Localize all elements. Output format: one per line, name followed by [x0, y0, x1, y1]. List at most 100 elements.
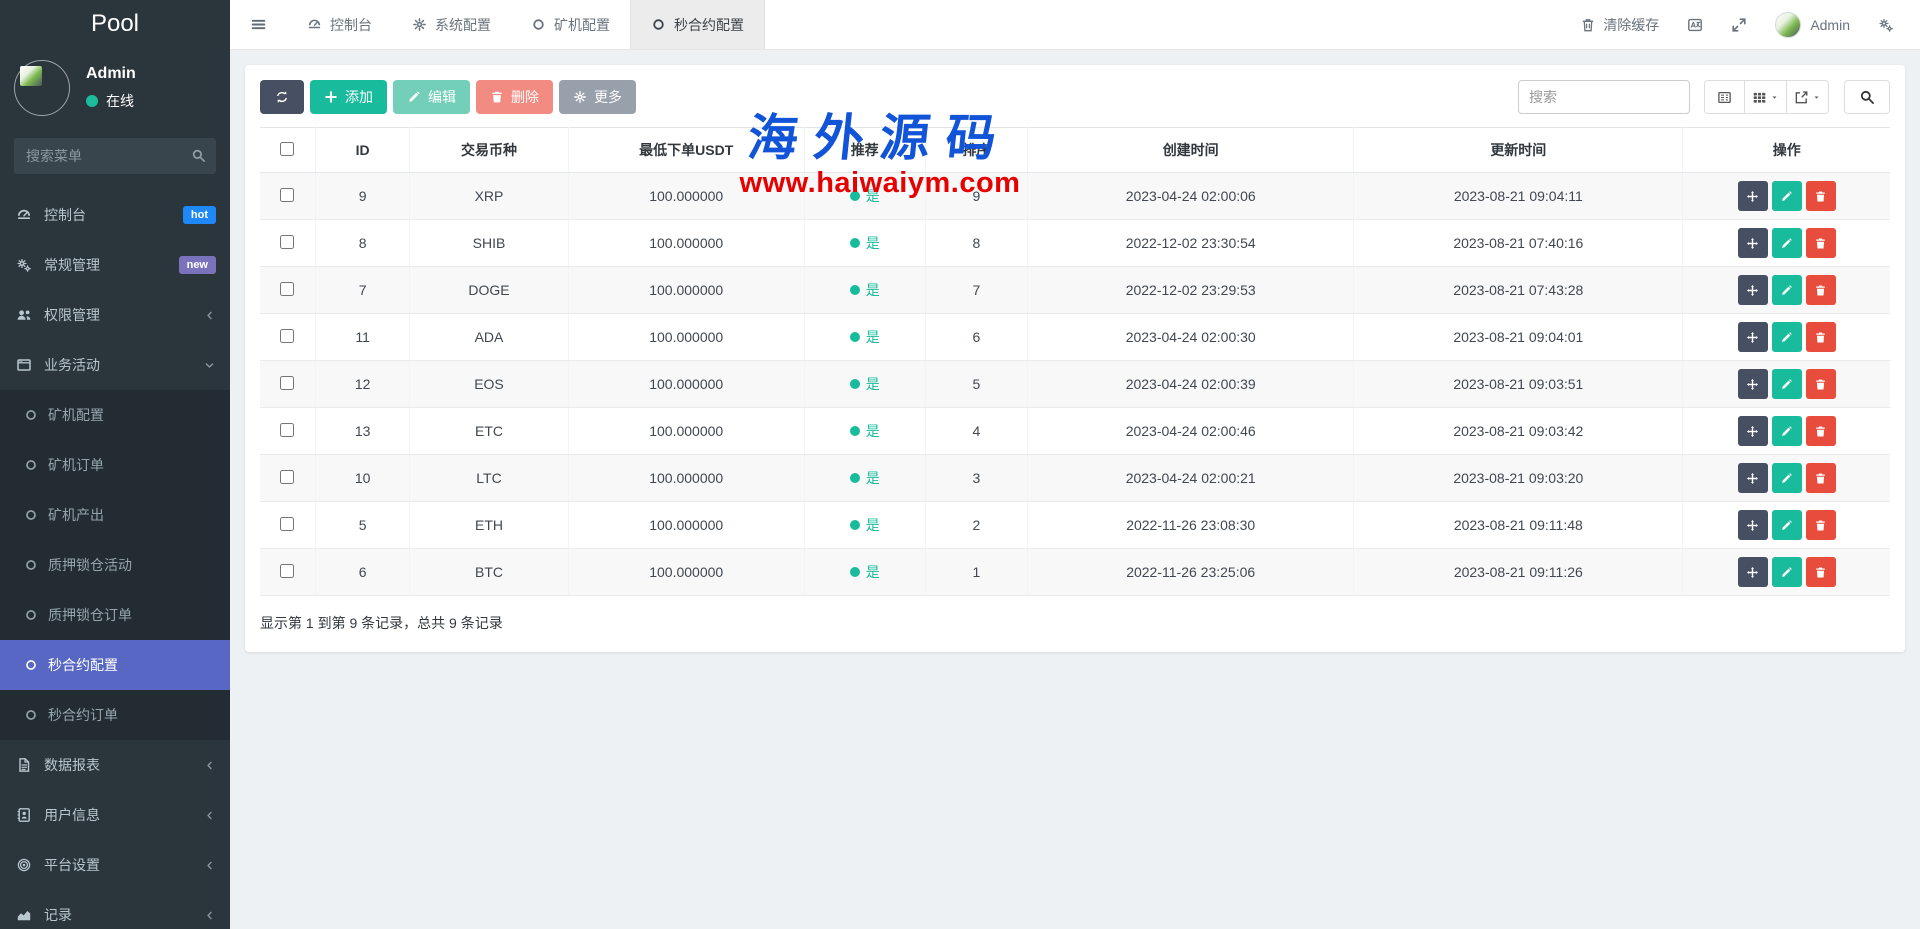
- move-icon: [1746, 284, 1759, 297]
- search-toggle-button[interactable]: [1844, 80, 1890, 114]
- drag-row-button[interactable]: [1738, 228, 1768, 258]
- menu-search-input[interactable]: [14, 138, 216, 174]
- table-search-input[interactable]: [1518, 80, 1690, 114]
- sidebar-subitem[interactable]: 质押锁仓活动: [0, 540, 230, 590]
- row-checkbox[interactable]: [280, 517, 294, 531]
- clear-cache-button[interactable]: 清除缓存: [1580, 15, 1659, 35]
- drag-row-button[interactable]: [1738, 557, 1768, 587]
- edit-row-button[interactable]: [1772, 463, 1802, 493]
- row-checkbox[interactable]: [280, 470, 294, 484]
- sidebar-subitem[interactable]: 矿机配置: [0, 390, 230, 440]
- sidebar-subitem[interactable]: 秒合约配置: [0, 640, 230, 690]
- sidebar-subitem[interactable]: 矿机订单: [0, 440, 230, 490]
- sidebar-subitem[interactable]: 矿机产出: [0, 490, 230, 540]
- sidebar-item[interactable]: 数据报表: [0, 740, 230, 790]
- row-checkbox[interactable]: [280, 376, 294, 390]
- sidebar-item[interactable]: 控制台hot: [0, 190, 230, 240]
- row-checkbox[interactable]: [280, 564, 294, 578]
- nav-tab[interactable]: 控制台: [287, 0, 392, 49]
- sidebar-item[interactable]: 平台设置: [0, 840, 230, 890]
- trash-icon: [1814, 331, 1827, 344]
- column-header[interactable]: 操作: [1683, 128, 1890, 173]
- table-row: 8SHIB100.000000是82022-12-02 23:30:542023…: [260, 220, 1890, 267]
- select-all-checkbox[interactable]: [280, 142, 294, 156]
- export-button[interactable]: [1787, 81, 1828, 113]
- sidebar-item[interactable]: 业务活动: [0, 340, 230, 390]
- delete-row-button[interactable]: [1806, 228, 1836, 258]
- more-button[interactable]: 更多: [559, 80, 636, 114]
- column-header[interactable]: 排序: [925, 128, 1028, 173]
- sidebar-item[interactable]: 用户信息: [0, 790, 230, 840]
- table-body: 9XRP100.000000是92023-04-24 02:00:062023-…: [260, 173, 1890, 596]
- drag-row-button[interactable]: [1738, 322, 1768, 352]
- add-button[interactable]: 添加: [310, 80, 387, 114]
- row-checkbox[interactable]: [280, 282, 294, 296]
- delete-row-button[interactable]: [1806, 369, 1836, 399]
- delete-row-button[interactable]: [1806, 510, 1836, 540]
- drag-row-button[interactable]: [1738, 181, 1768, 211]
- drag-row-button[interactable]: [1738, 510, 1768, 540]
- sidebar-item[interactable]: 常规管理new: [0, 240, 230, 290]
- row-checkbox[interactable]: [280, 235, 294, 249]
- sidebar-subitem-label: 质押锁仓订单: [48, 605, 132, 625]
- table-row: 5ETH100.000000是22022-11-26 23:08:302023-…: [260, 502, 1890, 549]
- language-button[interactable]: [1687, 17, 1703, 33]
- sidebar-subitem[interactable]: 秒合约订单: [0, 690, 230, 740]
- file-icon: [14, 757, 34, 773]
- delete-button[interactable]: 删除: [476, 80, 553, 114]
- edit-button[interactable]: 编辑: [393, 80, 470, 114]
- drag-row-button[interactable]: [1738, 369, 1768, 399]
- edit-row-button[interactable]: [1772, 557, 1802, 587]
- sidebar-subitem[interactable]: 质押锁仓订单: [0, 590, 230, 640]
- sidebar-item[interactable]: 权限管理: [0, 290, 230, 340]
- column-header[interactable]: 最低下单USDT: [568, 128, 804, 173]
- nav-tab[interactable]: 矿机配置: [511, 0, 630, 49]
- edit-row-button[interactable]: [1772, 369, 1802, 399]
- cell-coin: ETH: [410, 502, 568, 549]
- row-checkbox[interactable]: [280, 188, 294, 202]
- delete-row-button[interactable]: [1806, 322, 1836, 352]
- sidebar-item[interactable]: 记录: [0, 890, 230, 929]
- row-checkbox[interactable]: [280, 423, 294, 437]
- column-header[interactable]: 创建时间: [1028, 128, 1354, 173]
- delete-row-button[interactable]: [1806, 181, 1836, 211]
- column-header[interactable]: 更新时间: [1354, 128, 1683, 173]
- row-checkbox[interactable]: [280, 329, 294, 343]
- table-row: 12EOS100.000000是52023-04-24 02:00:392023…: [260, 361, 1890, 408]
- column-header[interactable]: 交易币种: [410, 128, 568, 173]
- delete-row-button[interactable]: [1806, 416, 1836, 446]
- cell-coin: EOS: [410, 361, 568, 408]
- nav-tab[interactable]: 系统配置: [392, 0, 511, 49]
- user-menu[interactable]: Admin: [1775, 12, 1850, 38]
- users-icon: [14, 307, 34, 323]
- nav-tab[interactable]: 秒合约配置: [630, 0, 765, 49]
- row-select-cell: [260, 220, 315, 267]
- drag-row-button[interactable]: [1738, 416, 1768, 446]
- cell-recommend: 是: [804, 314, 925, 361]
- table-row: 13ETC100.000000是42023-04-24 02:00:462023…: [260, 408, 1890, 455]
- edit-row-button[interactable]: [1772, 322, 1802, 352]
- delete-row-button[interactable]: [1806, 463, 1836, 493]
- delete-row-button[interactable]: [1806, 275, 1836, 305]
- fullscreen-button[interactable]: [1731, 17, 1747, 33]
- delete-row-button[interactable]: [1806, 557, 1836, 587]
- edit-row-button[interactable]: [1772, 228, 1802, 258]
- column-header[interactable]: ID: [315, 128, 410, 173]
- chevron-left-icon: [203, 909, 216, 922]
- edit-row-button[interactable]: [1772, 275, 1802, 305]
- circle-icon: [24, 408, 38, 422]
- sidebar: Pool Admin 在线 控制台hot常规管理new权限管理业务活动矿机配置矿…: [0, 0, 230, 929]
- edit-row-button[interactable]: [1772, 510, 1802, 540]
- sidebar-toggle-button[interactable]: [230, 0, 287, 49]
- edit-row-button[interactable]: [1772, 181, 1802, 211]
- avatar: [14, 60, 70, 116]
- settings-button[interactable]: [1878, 17, 1894, 33]
- refresh-button[interactable]: [260, 80, 304, 114]
- detail-view-button[interactable]: [1705, 81, 1745, 113]
- move-icon: [1746, 519, 1759, 532]
- drag-row-button[interactable]: [1738, 463, 1768, 493]
- columns-button[interactable]: [1745, 81, 1787, 113]
- column-header[interactable]: 推荐: [804, 128, 925, 173]
- drag-row-button[interactable]: [1738, 275, 1768, 305]
- edit-row-button[interactable]: [1772, 416, 1802, 446]
